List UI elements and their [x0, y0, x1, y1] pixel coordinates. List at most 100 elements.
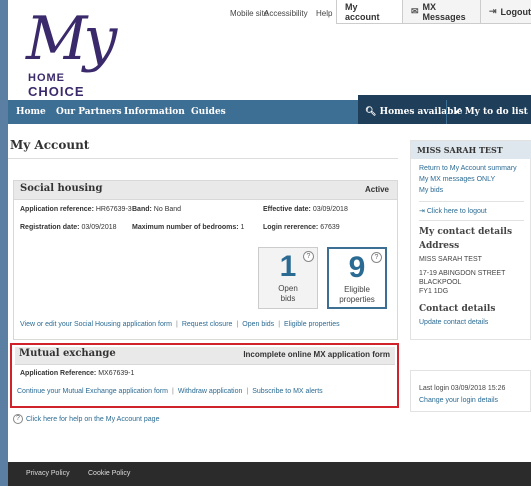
address-line-3: FY1 1DG	[419, 288, 449, 295]
mx-application-reference: Application Reference: MX67639-1	[20, 370, 134, 377]
logout-label: Logout	[500, 6, 531, 17]
cookie-policy-link[interactable]: Cookie Policy	[88, 470, 130, 477]
header: My HOME CHOICE Mobile site Accessibility…	[8, 0, 531, 100]
nav-guides[interactable]: Guides	[191, 100, 226, 124]
registration-date: Registration date: 03/09/2018	[20, 224, 117, 231]
social-housing-links: View or edit your Social Housing applica…	[20, 321, 340, 328]
homes-available-label: Homes available	[379, 107, 463, 117]
band: Band: No Band	[132, 206, 181, 213]
change-login-link[interactable]: Change your login details	[419, 397, 498, 404]
request-closure-link[interactable]: Request closure	[182, 321, 233, 328]
eligible-properties-link[interactable]: Eligible properties	[284, 321, 340, 328]
edit-application-link[interactable]: View or edit your Social Housing applica…	[20, 321, 172, 328]
help-link[interactable]: Help	[316, 9, 332, 18]
band-label: Band:	[132, 206, 152, 213]
address-line-2: BLACKPOOL	[419, 279, 462, 286]
bedrooms-label: Maximum number of bedrooms:	[132, 224, 239, 231]
mutual-exchange-header: Mutual exchange Incomplete online MX app…	[15, 347, 395, 365]
address-line-1: 17-19 ABINGDON STREET	[419, 270, 506, 277]
homes-available-button[interactable]: 🔍︎ Homes available	[365, 100, 463, 124]
return-summary-link[interactable]: Return to My Account summary	[419, 165, 517, 172]
mx-messages-tab[interactable]: ✉ MX Messages	[402, 0, 480, 24]
eligible-properties-label-2: properties	[339, 295, 375, 304]
help-question-icon[interactable]: ?	[371, 252, 382, 263]
mx-ref-label: Application Reference:	[20, 370, 97, 377]
update-contact-link[interactable]: Update contact details	[419, 319, 488, 326]
nav-home[interactable]: Home	[16, 100, 46, 124]
mutual-exchange-links: Continue your Mutual Exchange applicatio…	[17, 388, 323, 395]
sidebar-logout-link[interactable]: ⇥ Click here to logout	[419, 207, 487, 215]
mx-ref-value: MX67639-1	[98, 370, 135, 377]
privacy-policy-link[interactable]: Privacy Policy	[26, 470, 70, 477]
footer: Privacy Policy Cookie Policy	[8, 462, 531, 486]
app-ref-value: HR67639-3	[95, 206, 132, 213]
left-edge-bar	[0, 0, 8, 486]
my-home-choice-logo[interactable]: My HOME CHOICE	[26, 4, 136, 100]
continue-mx-application-link[interactable]: Continue your Mutual Exchange applicatio…	[17, 388, 168, 395]
help-question-icon: ?	[13, 414, 23, 424]
link-separator: |	[246, 388, 249, 395]
todo-list-label: My to do list (0)	[464, 107, 531, 117]
login-info-box: Last login 03/09/2018 15:26 Change your …	[410, 370, 531, 412]
sidebar-user-name: MISS SARAH TEST	[417, 145, 503, 155]
nav-divider	[446, 100, 447, 124]
open-bids-label-1: Open	[278, 284, 298, 293]
bedrooms-value: 1	[240, 224, 245, 231]
address-name: MISS SARAH TEST	[419, 256, 482, 263]
mutual-exchange-status: Incomplete online MX application form	[243, 350, 390, 359]
eligible-properties-label-1: Eligible	[344, 285, 370, 294]
logo-my: My	[26, 4, 117, 74]
my-bids-link[interactable]: My bids	[419, 187, 443, 194]
application-reference: Application reference: HR67639-3	[20, 206, 132, 213]
mobile-site-link[interactable]: Mobile site	[230, 9, 268, 18]
main-nav: Home Our Partners Information Guides 🔍︎ …	[8, 95, 531, 124]
link-separator: |	[171, 388, 174, 395]
link-separator: |	[176, 321, 178, 328]
open-bids-link[interactable]: Open bids	[242, 321, 274, 328]
checkmark-icon: ✔	[454, 107, 465, 117]
effective-date: Effective date: 03/09/2018	[263, 206, 348, 213]
login-reference: Login rererence: 67639	[263, 224, 340, 231]
social-housing-title: Social housing	[20, 183, 103, 194]
address-heading: Address	[419, 241, 460, 251]
logout-icon: ⇥	[419, 208, 427, 215]
max-bedrooms: Maximum number of bedrooms: 1	[132, 224, 244, 231]
nav-our-partners[interactable]: Our Partners	[56, 100, 122, 124]
effective-value: 03/09/2018	[312, 206, 348, 213]
nav-information[interactable]: Information	[124, 100, 185, 124]
login-ref-label: Login rererence:	[263, 224, 319, 231]
sidebar-divider	[419, 220, 524, 221]
eligible-properties-tile[interactable]: ? 9 Eligible properties	[327, 247, 387, 309]
link-separator: |	[278, 321, 281, 328]
band-value: No Band	[153, 206, 182, 213]
app-ref-label: Application reference:	[20, 206, 94, 213]
reg-value: 03/09/2018	[81, 224, 117, 231]
social-housing-status: Active	[364, 185, 389, 194]
my-account-tab[interactable]: My account	[336, 0, 402, 24]
account-help-link[interactable]: ? Click here for help on the My Account p…	[13, 414, 159, 424]
logout-tab[interactable]: ⇥ Logout	[480, 0, 531, 24]
link-separator: |	[236, 321, 239, 328]
contact-details-subheading: Contact details	[419, 304, 496, 314]
account-sidebar: MISS SARAH TEST Return to My Account sum…	[410, 140, 531, 340]
sidebar-divider	[419, 201, 524, 202]
sidebar-logout-label: Click here to logout	[426, 208, 487, 215]
mutual-exchange-title: Mutual exchange	[19, 348, 116, 359]
last-login-text: Last login 03/09/2018 15:26	[419, 385, 506, 392]
sidebar-header: MISS SARAH TEST	[411, 141, 531, 159]
help-question-icon[interactable]: ?	[303, 251, 314, 262]
title-divider	[8, 158, 398, 159]
nav-action-area: 🔍︎ Homes available ✔ My to do list (0)	[358, 95, 531, 124]
todo-list-button[interactable]: ✔ My to do list (0)	[454, 100, 531, 124]
subscribe-mx-alerts-link[interactable]: Subscribe to MX alerts	[252, 388, 322, 395]
my-account-label: My account	[345, 1, 380, 22]
logout-icon: ⇥	[489, 6, 497, 16]
open-bids-label-2: bids	[280, 294, 296, 303]
open-bids-tile[interactable]: ? 1 Open bids	[258, 247, 318, 309]
mx-messages-label: MX Messages	[422, 1, 466, 22]
account-help-label: Click here for help on the My Account pa…	[26, 415, 160, 423]
mx-messages-only-link[interactable]: My MX messages ONLY	[419, 176, 495, 183]
envelope-icon: ✉	[411, 6, 419, 16]
withdraw-application-link[interactable]: Withdraw application	[178, 388, 243, 395]
accessibility-link[interactable]: Accessibility	[264, 9, 308, 18]
